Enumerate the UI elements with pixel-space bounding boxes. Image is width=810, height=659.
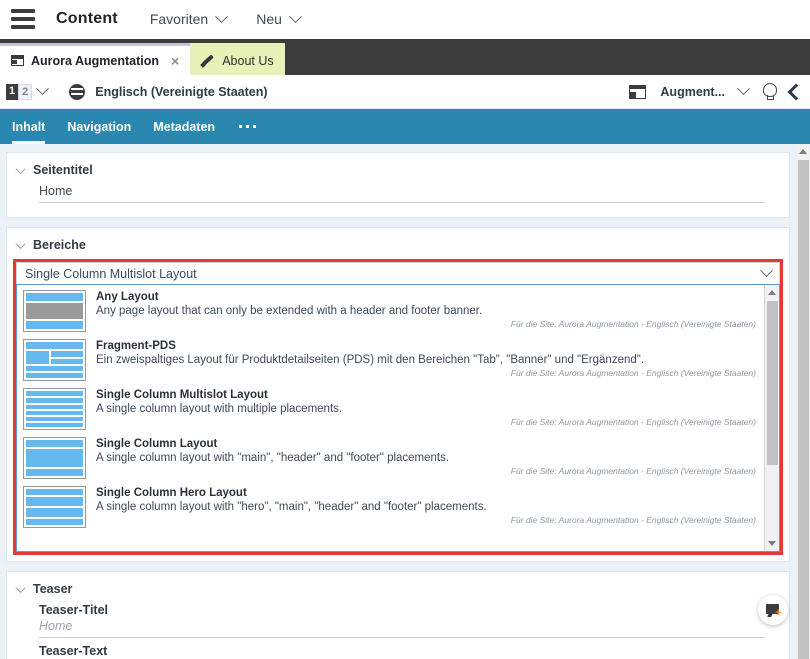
chevron-down-icon [289,10,302,23]
form-tab-bar: Inhalt Navigation Metadaten [0,109,810,144]
version-badge[interactable]: 1 2 [6,84,32,100]
tab-aurora-augmentation[interactable]: Aurora Augmentation × [0,43,190,75]
layout-thumbnail-icon [23,486,86,528]
layout-option-site: Für die Site: Aurora Augmentation - Engl… [96,416,758,428]
site-selector-label: Augment... [660,85,725,99]
chevron-down-icon[interactable] [36,82,49,95]
tab-navigation-label: Navigation [67,120,131,134]
chevron-down-icon [16,239,26,249]
close-icon[interactable]: × [171,53,179,69]
section-bereiche: Bereiche Single Column Multislot Layout … [6,227,790,562]
chevron-down-icon[interactable] [737,82,750,95]
section-teaser: Teaser Teaser-Titel Home Teaser-Text [6,571,790,659]
tab-about-us[interactable]: About Us [190,43,284,75]
chevron-left-icon[interactable] [788,83,805,100]
menu-favoriten-label: Favoriten [150,11,208,27]
tab-about-us-label: About Us [222,54,273,68]
version-next: 2 [18,84,32,100]
menu-neu[interactable]: Neu [256,11,300,27]
section-seitentitel-header[interactable]: Seitentitel [17,163,775,177]
list-item[interactable]: Single Column Multislot LayoutA single c… [17,383,764,432]
seitentitel-input[interactable]: Home [39,184,765,203]
add-comment-icon: + [766,604,781,616]
locale-label: Englisch (Vereinigte Staaten) [95,85,267,99]
hamburger-icon[interactable] [8,7,38,31]
tab-inhalt[interactable]: Inhalt [12,109,45,144]
list-item[interactable]: Single Column Hero LayoutA single column… [17,481,764,530]
more-dots-icon[interactable] [239,125,256,128]
layout-option-list: Any LayoutAny page layout that can only … [16,284,780,552]
layout-combobox-input[interactable]: Single Column Multislot Layout [16,262,780,284]
tab-navigation[interactable]: Navigation [67,109,131,144]
layout-option-list-area: Any LayoutAny page layout that can only … [17,285,764,551]
section-seitentitel: Seitentitel Home [6,152,790,218]
list-item[interactable]: Single Column LayoutA single column layo… [17,432,764,481]
scroll-thumb[interactable] [767,301,778,465]
layout-option-description: A single column layout with "hero", "mai… [96,500,758,514]
layout-option-title: Fragment-PDS [96,339,758,353]
layout-thumbnail-icon [23,339,86,381]
layout-selected-value: Single Column Multislot Layout [25,267,197,281]
version-current: 1 [6,84,18,100]
section-seitentitel-title: Seitentitel [33,163,93,177]
layout-option-site: Für die Site: Aurora Augmentation - Engl… [96,465,758,477]
chevron-down-icon [16,164,26,174]
list-item[interactable]: Fragment-PDSEin zweispaltiges Layout für… [17,334,764,383]
pencil-icon [201,54,215,68]
scroll-down-icon[interactable] [765,536,780,551]
teaser-titel-label: Teaser-Titel [39,603,775,617]
scroll-up-icon[interactable] [796,144,810,158]
layout-thumbnail-icon [23,290,86,332]
scroll-track[interactable] [765,300,780,536]
teaser-text-label: Teaser-Text [39,644,775,658]
document-tab-strip: Aurora Augmentation × About Us [0,39,810,75]
section-bereiche-title: Bereiche [33,238,86,252]
layout-option-description: A single column layout with "main", "hea… [96,451,758,465]
teaser-titel-input[interactable]: Home [39,619,765,638]
add-comment-button[interactable]: + [758,595,788,625]
layout-option-title: Single Column Multislot Layout [96,388,758,402]
layout-option-title: Any Layout [96,290,758,304]
form-content: Seitentitel Home Bereiche Single Column … [0,144,796,659]
tab-metadaten[interactable]: Metadaten [153,109,215,144]
layout-option-site: Für die Site: Aurora Augmentation - Engl… [96,318,758,330]
menu-neu-label: Neu [256,11,282,27]
section-teaser-header[interactable]: Teaser [17,582,775,596]
page-icon [11,55,24,66]
layout-option-site: Für die Site: Aurora Augmentation - Engl… [96,514,758,526]
layout-combobox: Single Column Multislot Layout Any Layou… [13,259,783,555]
section-bereiche-header[interactable]: Bereiche [13,238,783,252]
layout-option-title: Single Column Layout [96,437,758,451]
tab-inhalt-label: Inhalt [12,120,45,134]
tab-metadaten-label: Metadaten [153,120,215,134]
form-body: Seitentitel Home Bereiche Single Column … [0,144,810,659]
top-menu-bar: Content Favoriten Neu [0,0,810,39]
window-icon [629,85,646,99]
tab-aurora-augmentation-label: Aurora Augmentation [31,54,159,68]
document-toolbar: 1 2 Englisch (Vereinigte Staaten) Augmen… [0,75,810,109]
page-scrollbar[interactable] [796,144,810,659]
list-item[interactable]: Any LayoutAny page layout that can only … [17,285,764,334]
application-window: Content Favoriten Neu Aurora Augmentatio… [0,0,810,659]
page-scroll-thumb[interactable] [798,160,809,659]
layout-option-site: Für die Site: Aurora Augmentation - Engl… [96,367,758,379]
app-title: Content [56,10,118,28]
chevron-down-icon[interactable] [760,264,773,277]
layout-option-description: A single column layout with multiple pla… [96,402,758,416]
section-teaser-title: Teaser [33,582,72,596]
layout-thumbnail-icon [23,437,86,479]
globe-icon [69,84,85,100]
layout-option-title: Single Column Hero Layout [96,486,758,500]
layout-thumbnail-icon [23,388,86,430]
layout-option-description: Ein zweispaltiges Layout für Produktdeta… [96,353,758,367]
layout-option-description: Any page layout that can only be extende… [96,304,758,318]
chevron-down-icon [215,10,228,23]
chevron-down-icon [16,583,26,593]
layout-list-scrollbar[interactable] [764,285,779,551]
menu-favoriten[interactable]: Favoriten [150,11,226,27]
lightbulb-icon[interactable] [762,83,776,101]
scroll-up-icon[interactable] [765,285,780,300]
